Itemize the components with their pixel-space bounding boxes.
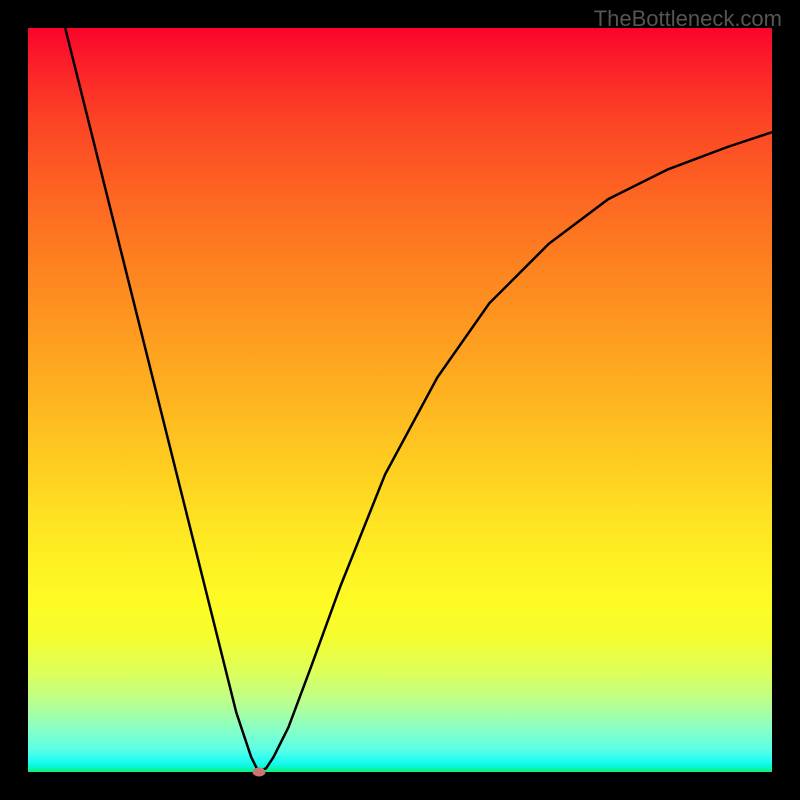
watermark-text: TheBottleneck.com [594, 6, 782, 32]
optimum-marker [252, 768, 265, 777]
bottleneck-curve [28, 28, 772, 772]
chart-plot-area [28, 28, 772, 772]
